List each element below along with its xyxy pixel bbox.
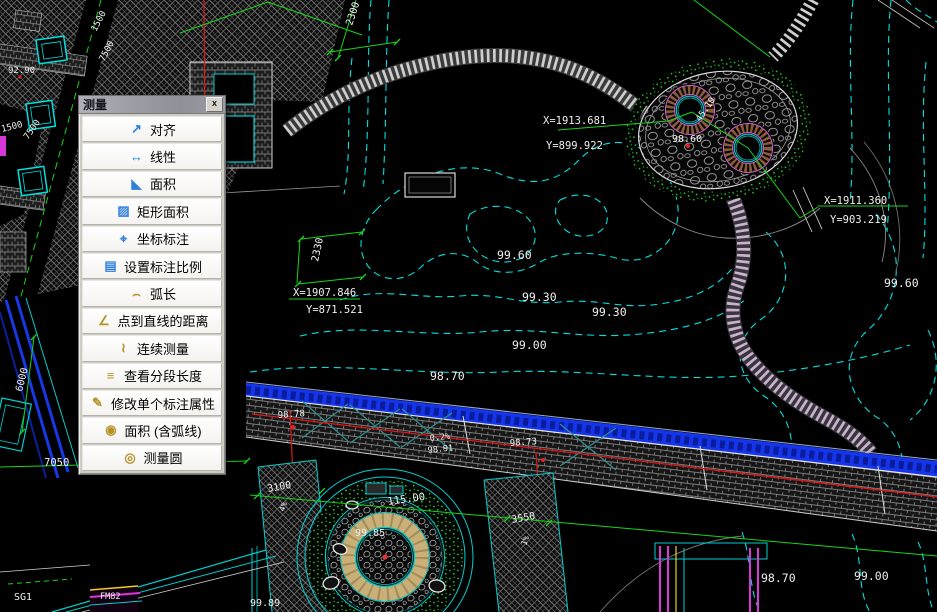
elevation-label: 99.60 — [497, 248, 532, 262]
panel-title: 测量 — [83, 97, 206, 113]
elevation-label: 99.30 — [592, 305, 627, 319]
ellipse-plaza — [620, 50, 816, 211]
arc-length-icon: ⌢ — [128, 286, 145, 302]
menu-item-label: 对齐 — [150, 120, 176, 139]
area-with-arc-icon: ◉ — [102, 422, 119, 438]
measure-circle-icon: ◎ — [121, 450, 138, 466]
menu-item-label: 点到直线的距离 — [117, 311, 208, 330]
elevation-label: 99.00 — [512, 338, 547, 352]
linear-dimension-icon: ↔ — [128, 149, 145, 164]
dimension-label: 2300 — [344, 1, 362, 27]
coordinate-label-x: X=1911.360 — [824, 195, 887, 207]
menu-item-label: 设置标注比例 — [124, 257, 202, 276]
elevation-label: 99.85 — [355, 528, 385, 539]
menu-item-dim-scale[interactable]: ▤ 设置标注比例 — [82, 253, 222, 279]
dimension-label: 2330 — [310, 237, 326, 263]
point-to-line-icon: ∠ — [95, 313, 112, 329]
align-dimension-icon: ↗ — [128, 121, 145, 137]
menu-item-area-with-arc[interactable]: ◉ 面积 (含弧线) — [82, 417, 222, 443]
coordinate-label-y: Y=899.922 — [546, 140, 603, 152]
measure-menu: ↗ 对齐 ↔ 线性 ◣ 面积 ▨ 矩形面积 ⌖ 坐标标注 ▤ 设置标注比例 ⌢ 弧长 ∠ 点到直… — [79, 114, 225, 474]
elevation-label: 92.90 — [8, 66, 35, 76]
area-tag-label: FM82 — [100, 592, 120, 602]
elevation-label: 98.60 — [672, 134, 702, 145]
menu-item-measure-circle[interactable]: ◎ 测量圆 — [82, 445, 222, 471]
elevation-label: 99.89 — [250, 598, 280, 609]
measure-toolbar-panel: 测量 x ↗ 对齐 ↔ 线性 ◣ 面积 ▨ 矩形面积 ⌖ 坐标标注 ▤ 设置标注比例 ⌢ 弧长… — [78, 95, 226, 475]
area-icon: ◣ — [128, 176, 145, 192]
measure-toolbar-titlebar[interactable]: 测量 x — [79, 96, 225, 114]
cad-application-window: 2300 2330 X=1907.846 Y=871.521 X=1913.68… — [0, 0, 937, 612]
edit-dimension-attr-icon: ✎ — [89, 395, 106, 411]
menu-item-rect-area[interactable]: ▨ 矩形面积 — [82, 198, 222, 224]
menu-item-label: 修改单个标注属性 — [111, 394, 215, 413]
bottom-center-structure — [655, 543, 767, 612]
elevation-label: 99.30 — [522, 290, 557, 304]
continuous-measure-icon: ≀ — [115, 340, 132, 356]
menu-item-coordinate-dim[interactable]: ⌖ 坐标标注 — [82, 226, 222, 252]
elevation-label: 98.70 — [430, 369, 465, 383]
menu-item-label: 坐标标注 — [137, 229, 189, 248]
slope-label: 0.2% — [429, 432, 450, 444]
menu-item-label: 矩形面积 — [137, 202, 189, 221]
coordinate-label-y: Y=903.219 — [830, 214, 887, 226]
menu-item-label: 弧长 — [150, 284, 176, 303]
boardwalk-path — [287, 0, 871, 453]
menu-item-segment-length[interactable]: ≡ 查看分段长度 — [82, 363, 222, 389]
menu-item-arc-length[interactable]: ⌢ 弧长 — [82, 280, 222, 306]
menu-item-point-to-line[interactable]: ∠ 点到直线的距离 — [82, 308, 222, 334]
menu-item-label: 测量圆 — [143, 448, 182, 467]
coordinate-label-y: Y=871.521 — [306, 304, 363, 316]
coordinate-label-x: X=1913.681 — [543, 115, 606, 127]
menu-item-label: 连续测量 — [137, 339, 189, 358]
elevation-label: 98.73 — [510, 437, 538, 449]
menu-item-continuous-measure[interactable]: ≀ 连续测量 — [82, 335, 222, 361]
area-tag-label: SG1 — [14, 592, 32, 603]
menu-item-area[interactable]: ◣ 面积 — [82, 171, 222, 197]
menu-item-label: 面积 — [150, 174, 176, 193]
dimension-label: 7050 — [44, 457, 69, 469]
elevation-label: 99.00 — [854, 569, 889, 583]
coordinate-dimension-icon: ⌖ — [115, 231, 132, 247]
menu-item-align[interactable]: ↗ 对齐 — [82, 116, 222, 142]
menu-item-edit-dim-attr[interactable]: ✎ 修改单个标注属性 — [82, 390, 222, 416]
dimension-scale-icon: ▤ — [102, 258, 119, 274]
elevation-label: 98.70 — [761, 571, 796, 585]
elevation-label: 99.60 — [884, 276, 919, 290]
menu-item-label: 查看分段长度 — [124, 366, 202, 385]
segment-length-icon: ≡ — [102, 368, 119, 383]
rect-area-icon: ▨ — [115, 203, 132, 219]
elevation-label: 98.78 — [278, 409, 306, 421]
close-icon[interactable]: x — [206, 97, 223, 112]
menu-item-linear[interactable]: ↔ 线性 — [82, 143, 222, 169]
coordinate-label-x: X=1907.846 — [293, 287, 356, 299]
menu-item-label: 线性 — [150, 147, 176, 166]
menu-item-label: 面积 (含弧线) — [124, 421, 201, 440]
